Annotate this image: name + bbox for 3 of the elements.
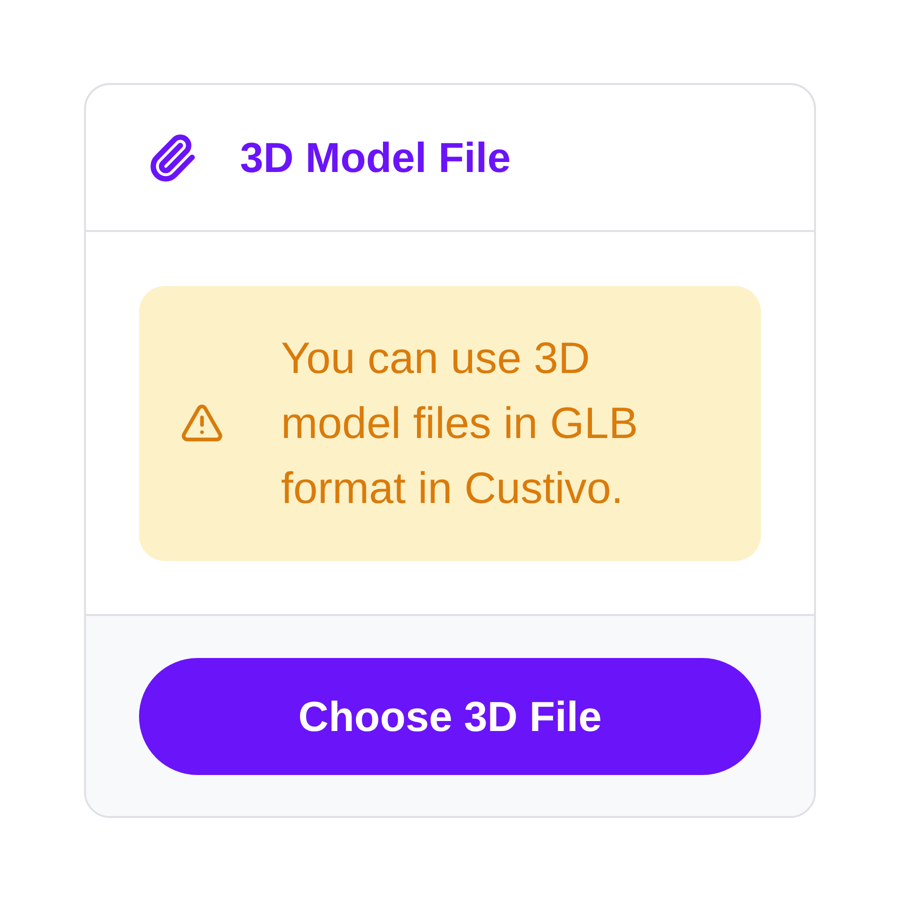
choose-file-button[interactable]: Choose 3D File xyxy=(139,658,761,774)
notice-text: You can use 3D model files in GLB format in Custivo. xyxy=(281,332,640,514)
card-title: 3D Model File xyxy=(240,136,511,178)
